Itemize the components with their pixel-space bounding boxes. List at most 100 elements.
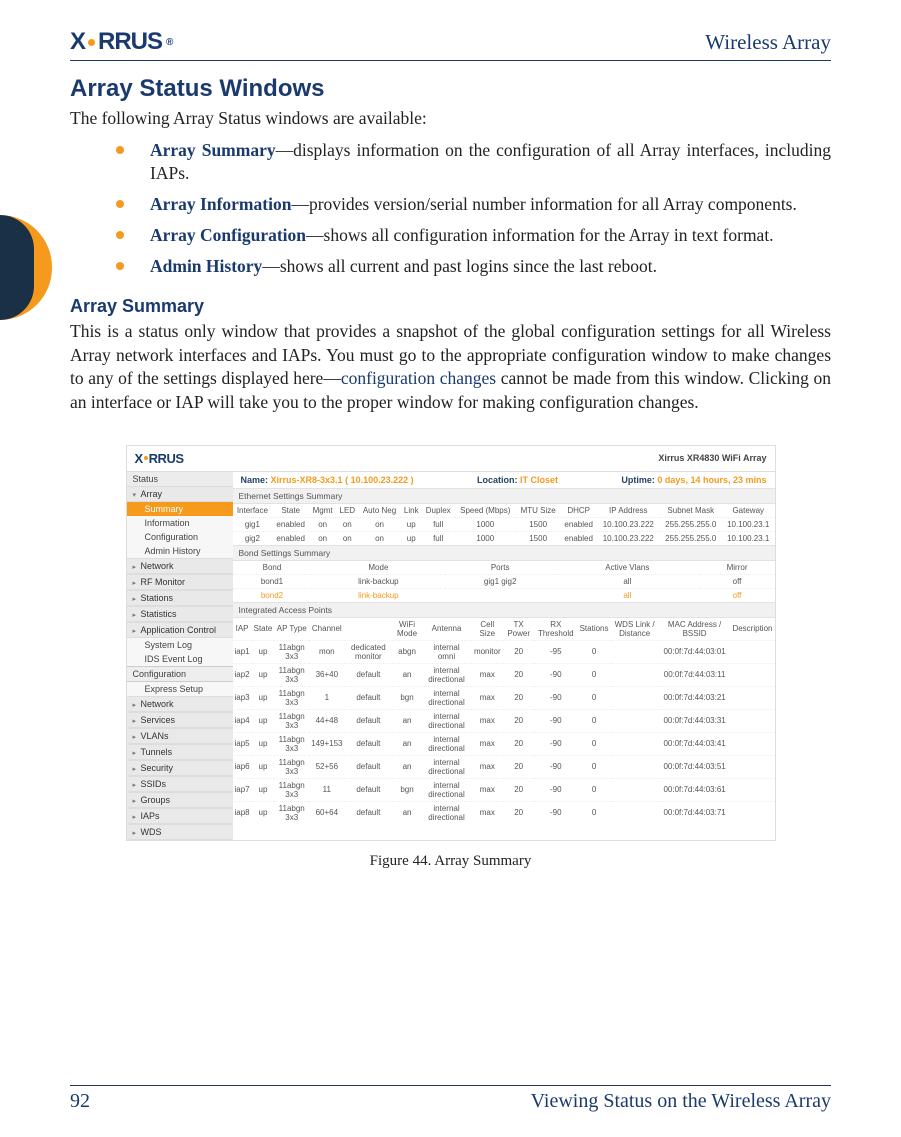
table-row[interactable]: iap3up11abgn 3x31defaultbgninternal dire… [233, 686, 775, 709]
table-cell: 11abgn 3x3 [274, 778, 309, 801]
table-cell: abgn [392, 640, 422, 663]
sidebar-group-services[interactable]: Services [127, 712, 233, 728]
sidebar-item-express-setup[interactable]: Express Setup [127, 682, 233, 696]
header-rule [70, 60, 831, 61]
table-header: Auto Neg [358, 504, 400, 518]
table-cell: 00:0f:7d:44:03:31 [659, 709, 731, 732]
table-row[interactable]: iap1up11abgn 3x3mondedicated monitorabgn… [233, 640, 775, 663]
table-cell: max [471, 686, 503, 709]
list-item: Array Information—provides version/seria… [116, 193, 831, 216]
sidebar-group-security[interactable]: Security [127, 760, 233, 776]
sidebar-group-vlans[interactable]: VLANs [127, 728, 233, 744]
table-cell: 60+64 [309, 801, 344, 824]
sidebar-group-groups[interactable]: Groups [127, 792, 233, 808]
table-cell: on [336, 517, 358, 531]
table-row[interactable]: iap7up11abgn 3x311defaultbgninternal dir… [233, 778, 775, 801]
sidebar-group-application-control[interactable]: Application Control [127, 622, 233, 638]
table-cell [611, 801, 659, 824]
table-cell: iap7 [233, 778, 252, 801]
table-header: Speed (Mbps) [455, 504, 516, 518]
table-header: Antenna [422, 618, 471, 641]
bullet-text: —provides version/serial number informat… [291, 194, 796, 214]
intro-paragraph: The following Array Status windows are a… [70, 107, 831, 131]
table-header: Gateway [722, 504, 775, 518]
table-cell: max [471, 709, 503, 732]
sidebar-item-information[interactable]: Information [127, 516, 233, 530]
table-header: Ports [445, 561, 555, 575]
table-cell: an [392, 755, 422, 778]
iap-table: IAPStateAP TypeChannelWiFi ModeAntennaCe… [233, 618, 775, 824]
bond-table: BondModePortsActive VlansMirrorbond1link… [233, 561, 775, 602]
sidebar-group-rf-monitor[interactable]: RF Monitor [127, 574, 233, 590]
sidebar-group-ssids[interactable]: SSIDs [127, 776, 233, 792]
subsection-paragraph: This is a status only window that provid… [70, 320, 831, 415]
sidebar-group-statistics[interactable]: Statistics [127, 606, 233, 622]
table-cell: 00:0f:7d:44:03:21 [659, 686, 731, 709]
table-cell [730, 663, 774, 686]
table-cell: full [422, 517, 455, 531]
table-cell: 1000 [455, 531, 516, 545]
table-row[interactable]: iap5up11abgn 3x3149+153defaultaninternal… [233, 732, 775, 755]
table-cell: link-backup [311, 574, 445, 588]
table-cell [730, 732, 774, 755]
table-cell: bond2 [233, 588, 312, 602]
section-heading: Array Status Windows [70, 75, 831, 103]
sidebar-item-admin-history[interactable]: Admin History [127, 544, 233, 558]
sidebar-item-summary[interactable]: Summary [127, 502, 233, 516]
table-header: Subnet Mask [660, 504, 722, 518]
sidebar-group-iaps[interactable]: IAPs [127, 808, 233, 824]
doc-title: Wireless Array [705, 30, 831, 55]
table-row[interactable]: iap2up11abgn 3x336+40defaultaninternal d… [233, 663, 775, 686]
name-value[interactable]: Xirrus-XR8-3x3.1 ( 10.100.23.222 ) [271, 475, 414, 485]
link-array-configuration[interactable]: Array Configuration [150, 225, 306, 245]
sidebar-configuration-label: Configuration [127, 666, 233, 682]
table-cell: link-backup [311, 588, 445, 602]
location-label: Location: [477, 475, 518, 485]
table-row[interactable]: iap4up11abgn 3x344+48defaultaninternal d… [233, 709, 775, 732]
table-cell: 00:0f:7d:44:03:11 [659, 663, 731, 686]
table-cell: 20 [503, 640, 534, 663]
location-value: IT Closet [520, 475, 558, 485]
link-array-summary[interactable]: Array Summary [150, 140, 276, 160]
sidebar-item-configuration[interactable]: Configuration [127, 530, 233, 544]
sidebar-group-stations[interactable]: Stations [127, 590, 233, 606]
table-row[interactable]: iap6up11abgn 3x352+56defaultaninternal d… [233, 755, 775, 778]
table-header: MTU Size [516, 504, 560, 518]
link-configuration-changes[interactable]: configuration changes [341, 368, 496, 388]
logo-letters: RRUS [149, 451, 184, 466]
table-row[interactable]: iap8up11abgn 3x360+64defaultaninternal d… [233, 801, 775, 824]
table-row[interactable]: bond2link-backupalloff [233, 588, 775, 602]
table-cell: 10.100.23.222 [597, 517, 659, 531]
table-row[interactable]: bond1link-backupgig1 gig2alloff [233, 574, 775, 588]
table-cell: enabled [272, 517, 309, 531]
table-cell: internal directional [422, 778, 471, 801]
table-cell [611, 640, 659, 663]
table-row[interactable]: gig2enabledonononupfull10001500enabled10… [233, 531, 775, 545]
table-cell: mon [309, 640, 344, 663]
sidebar-group-network2[interactable]: Network [127, 696, 233, 712]
footer-rule [70, 1085, 831, 1086]
sidebar-item-system-log[interactable]: System Log [127, 638, 233, 652]
table-cell: internal directional [422, 663, 471, 686]
table-cell: iap6 [233, 755, 252, 778]
figure-logo: XRRUS [127, 446, 192, 471]
sidebar-group-tunnels[interactable]: Tunnels [127, 744, 233, 760]
table-header: RX Threshold [534, 618, 578, 641]
sidebar-group-network[interactable]: Network [127, 558, 233, 574]
chapter-title: Viewing Status on the Wireless Array [531, 1090, 831, 1113]
table-row[interactable]: gig1enabledonononupfull10001500enabled10… [233, 517, 775, 531]
sidebar-group-array[interactable]: Array [127, 486, 233, 502]
sidebar-item-ids-event-log[interactable]: IDS Event Log [127, 652, 233, 666]
table-cell: full [422, 531, 455, 545]
table-cell: 00:0f:7d:44:03:71 [659, 801, 731, 824]
table-cell: up [252, 709, 275, 732]
table-cell: -90 [534, 663, 578, 686]
bullet-text: —shows all configuration information for… [306, 225, 774, 245]
link-array-information[interactable]: Array Information [150, 194, 291, 214]
uptime-value: 0 days, 14 hours, 23 mins [657, 475, 766, 485]
link-admin-history[interactable]: Admin History [150, 256, 262, 276]
table-cell: 00:0f:7d:44:03:51 [659, 755, 731, 778]
table-cell: 20 [503, 801, 534, 824]
table-header: Active Vlans [555, 561, 700, 575]
sidebar-group-wds[interactable]: WDS [127, 824, 233, 840]
